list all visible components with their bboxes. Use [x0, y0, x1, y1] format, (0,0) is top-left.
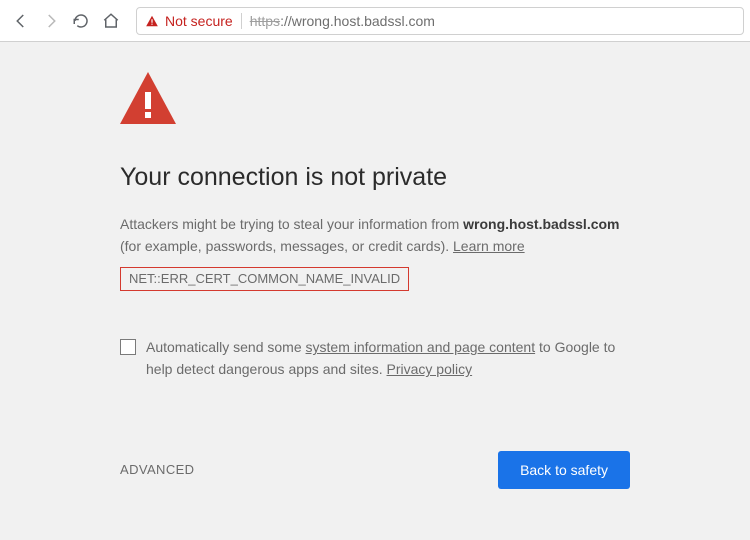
address-bar[interactable]: Not secure https://wrong.host.badssl.com — [136, 7, 744, 35]
back-button[interactable] — [8, 8, 34, 34]
reload-button[interactable] — [68, 8, 94, 34]
page-url: https://wrong.host.badssl.com — [250, 13, 435, 29]
advanced-button[interactable]: ADVANCED — [120, 462, 194, 477]
warning-hostname: wrong.host.badssl.com — [463, 216, 619, 232]
url-protocol: https — [250, 13, 280, 29]
warning-paragraph: Attackers might be trying to steal your … — [120, 214, 630, 257]
page-title: Your connection is not private — [120, 163, 640, 192]
learn-more-link[interactable]: Learn more — [453, 238, 525, 254]
browser-toolbar: Not secure https://wrong.host.badssl.com — [0, 0, 750, 42]
security-status-label: Not secure — [165, 13, 233, 29]
forward-button[interactable] — [38, 8, 64, 34]
warning-text-post: (for example, passwords, messages, or cr… — [120, 238, 453, 254]
url-sep: :// — [280, 13, 292, 29]
url-host: wrong.host.badssl.com — [292, 13, 435, 29]
omnibox-separator — [241, 13, 242, 29]
security-warning-icon — [145, 14, 159, 28]
system-info-link[interactable]: system information and page content — [306, 339, 536, 355]
privacy-policy-link[interactable]: Privacy policy — [387, 361, 473, 377]
ssl-error-page: Your connection is not private Attackers… — [0, 42, 640, 489]
back-to-safety-button[interactable]: Back to safety — [498, 451, 630, 489]
reporting-opt-in: Automatically send some system informati… — [120, 337, 630, 380]
warning-text-pre: Attackers might be trying to steal your … — [120, 216, 463, 232]
error-code: NET::ERR_CERT_COMMON_NAME_INVALID — [120, 267, 409, 291]
warning-triangle-icon — [120, 72, 640, 129]
action-row: ADVANCED Back to safety — [120, 451, 630, 489]
home-button[interactable] — [98, 8, 124, 34]
reporting-checkbox[interactable] — [120, 339, 136, 355]
reporting-text: Automatically send some system informati… — [146, 337, 630, 380]
opt-text-pre: Automatically send some — [146, 339, 306, 355]
